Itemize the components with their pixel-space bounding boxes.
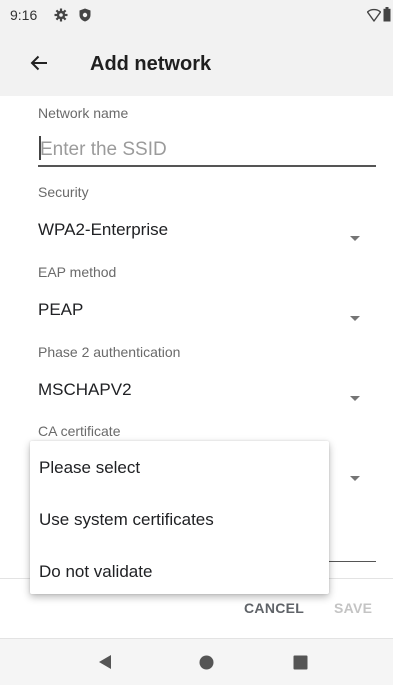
status-bar: 9:16 xyxy=(0,0,393,32)
network-name-label: Network name xyxy=(38,105,129,121)
phase2-value: MSCHAPV2 xyxy=(38,380,132,399)
dropdown-option-label: Please select xyxy=(39,458,141,477)
dropdown-arrow-icon xyxy=(350,308,360,326)
security-select[interactable]: WPA2-Enterprise xyxy=(38,216,368,246)
arrow-left-icon[interactable] xyxy=(30,54,48,77)
dropdown-option-do-not-validate[interactable]: Do not validate xyxy=(30,545,329,595)
ca-certificate-label: CA certificate xyxy=(38,423,121,439)
phase2-label: Phase 2 authentication xyxy=(38,344,181,360)
dropdown-arrow-icon xyxy=(350,388,360,406)
dropdown-option-label: Do not validate xyxy=(39,562,153,581)
dropdown-option-label: Use system certificates xyxy=(39,510,214,529)
security-label: Security xyxy=(38,184,89,200)
navigation-bar xyxy=(0,639,393,685)
ca-certificate-dropdown: Please select Use system certificates Do… xyxy=(30,441,329,594)
text-cursor xyxy=(39,136,41,160)
page-title: Add network xyxy=(90,53,212,75)
dropdown-option-use-system-certificates[interactable]: Use system certificates xyxy=(30,493,329,543)
app-bar: Add network xyxy=(0,32,393,96)
wifi-icon xyxy=(366,8,382,27)
dropdown-option-please-select[interactable]: Please select xyxy=(30,441,329,491)
battery-icon xyxy=(383,7,391,27)
eap-method-label: EAP method xyxy=(38,264,117,280)
nav-back-icon[interactable] xyxy=(98,654,112,675)
ssid-input[interactable] xyxy=(38,134,376,166)
cancel-button[interactable]: CANCEL xyxy=(244,600,304,616)
ssid-underline xyxy=(38,165,376,167)
status-time: 9:16 xyxy=(10,7,38,23)
dropdown-arrow-icon xyxy=(350,228,360,246)
phase2-select[interactable]: MSCHAPV2 xyxy=(38,376,368,406)
nav-home-icon[interactable] xyxy=(199,655,214,675)
shield-icon xyxy=(79,8,91,27)
eap-method-value: PEAP xyxy=(38,300,84,319)
gear-icon xyxy=(54,8,68,27)
security-value: WPA2-Enterprise xyxy=(38,220,169,239)
eap-method-select[interactable]: PEAP xyxy=(38,296,368,326)
nav-recents-icon[interactable] xyxy=(293,655,308,675)
save-button[interactable]: SAVE xyxy=(334,600,372,616)
dropdown-arrow-icon xyxy=(350,468,360,486)
